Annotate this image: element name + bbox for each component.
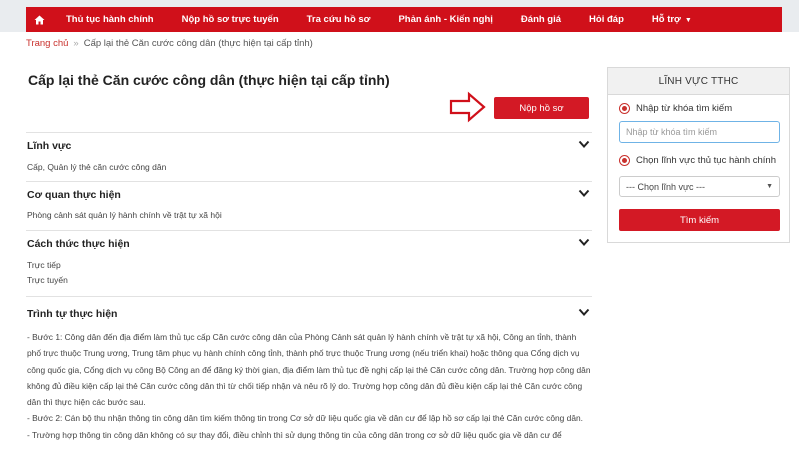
- divider: [26, 296, 592, 297]
- field-select[interactable]: --- Chọn lĩnh vực --- ▼: [619, 176, 780, 197]
- chevron-down-icon[interactable]: [578, 140, 590, 149]
- radio-selected-icon: [619, 103, 630, 114]
- section-co-quan: Cơ quan thực hiện Phòng cảnh sát quản lý…: [26, 181, 592, 227]
- nav-home[interactable]: [26, 7, 52, 32]
- breadcrumb: Trang chủ » Cấp lại thẻ Căn cước công dân …: [26, 38, 313, 49]
- procedure-paragraph: - Bước 2: Cán bộ thu nhận thông tin công…: [27, 413, 583, 424]
- radio-field-select[interactable]: Chọn lĩnh vực thủ tục hành chính: [619, 155, 776, 166]
- sidebar-header: LĨNH VỰC TTHC: [608, 68, 789, 95]
- page-title: Cấp lại thẻ Căn cước công dân (thực hiện…: [28, 72, 390, 88]
- search-button[interactable]: Tìm kiếm: [619, 209, 780, 231]
- section-trinh-tu: Trình tự thực hiện: [26, 296, 592, 326]
- chevron-down-icon[interactable]: [578, 189, 590, 198]
- section-title: Cách thức thực hiện: [27, 238, 130, 250]
- section-cach-thuc: Cách thức thực hiện Trực tiếp Trực tuyến: [26, 230, 592, 294]
- chevron-down-icon[interactable]: [578, 308, 590, 317]
- list-item: Trực tuyến: [27, 275, 68, 285]
- divider: [26, 181, 592, 182]
- caret-down-icon: ▼: [766, 183, 773, 190]
- radio-label: Chọn lĩnh vực thủ tục hành chính: [636, 155, 776, 166]
- nav-hoi-dap[interactable]: Hỏi đáp: [575, 7, 638, 32]
- section-title: Trình tự thực hiện: [27, 308, 118, 320]
- breadcrumb-separator: »: [73, 38, 79, 49]
- home-icon: [34, 15, 44, 24]
- section-text: Cấp, Quản lý thẻ căn cước công dân: [27, 162, 167, 172]
- divider: [26, 230, 592, 231]
- nav-thu-tuc-hanh-chinh[interactable]: Thủ tục hành chính: [52, 7, 168, 32]
- radio-keyword-search[interactable]: Nhập từ khóa tìm kiếm: [619, 103, 732, 114]
- section-linh-vuc: Lĩnh vực Cấp, Quản lý thẻ căn cước công …: [26, 132, 592, 178]
- keyword-search-input[interactable]: [619, 121, 780, 143]
- nav-tra-cuu-ho-so[interactable]: Tra cứu hồ sơ: [293, 7, 385, 32]
- procedure-paragraph: - Trường hợp thông tin công dân không có…: [27, 429, 562, 440]
- procedure-paragraph: - Bước 1: Công dân đến địa điểm làm thủ …: [27, 332, 591, 408]
- section-text: Phòng cảnh sát quản lý hành chính về trậ…: [27, 210, 222, 220]
- radio-selected-icon: [619, 155, 630, 166]
- chevron-down-icon[interactable]: [578, 238, 590, 247]
- section-title: Cơ quan thực hiện: [27, 189, 121, 201]
- procedure-steps: - Bước 1: Công dân đến địa điểm làm thủ …: [27, 329, 592, 443]
- section-title: Lĩnh vực: [27, 140, 72, 152]
- top-bar: Thủ tục hành chính Nộp hồ sơ trực tuyến …: [0, 0, 799, 32]
- select-value: --- Chọn lĩnh vực ---: [626, 181, 706, 192]
- arrow-right-icon: [449, 91, 486, 123]
- divider: [26, 132, 592, 133]
- breadcrumb-home[interactable]: Trang chủ: [26, 38, 68, 49]
- nav-danh-gia[interactable]: Đánh giá: [507, 7, 575, 32]
- submit-application-button[interactable]: Nộp hồ sơ: [494, 97, 589, 119]
- nav-ho-tro[interactable]: Hỗ trợ ▼: [638, 7, 706, 32]
- caret-down-icon: ▼: [684, 17, 692, 24]
- main-nav: Thủ tục hành chính Nộp hồ sơ trực tuyến …: [26, 7, 782, 32]
- list-item: Trực tiếp: [27, 260, 61, 270]
- nav-nop-ho-so[interactable]: Nộp hồ sơ trực tuyến: [168, 7, 293, 32]
- sidebar-search-panel: LĨNH VỰC TTHC Nhập từ khóa tìm kiếm Chọn…: [607, 67, 790, 243]
- breadcrumb-current: Cấp lại thẻ Căn cước công dân (thực hiện…: [83, 38, 313, 49]
- radio-label: Nhập từ khóa tìm kiếm: [636, 103, 733, 114]
- nav-phan-anh-kien-nghi[interactable]: Phản ánh - Kiến nghị: [384, 7, 506, 32]
